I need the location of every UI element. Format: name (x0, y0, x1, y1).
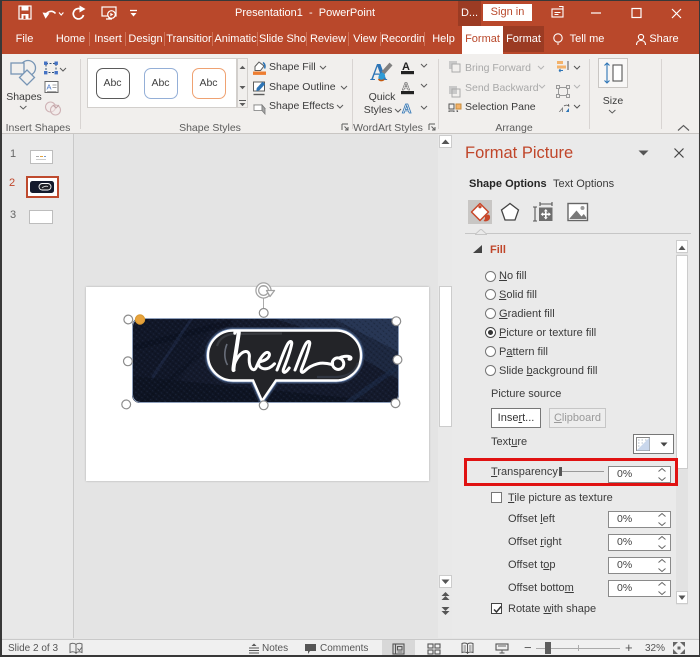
svg-text:A: A (47, 83, 52, 92)
svg-text:A: A (402, 101, 412, 116)
